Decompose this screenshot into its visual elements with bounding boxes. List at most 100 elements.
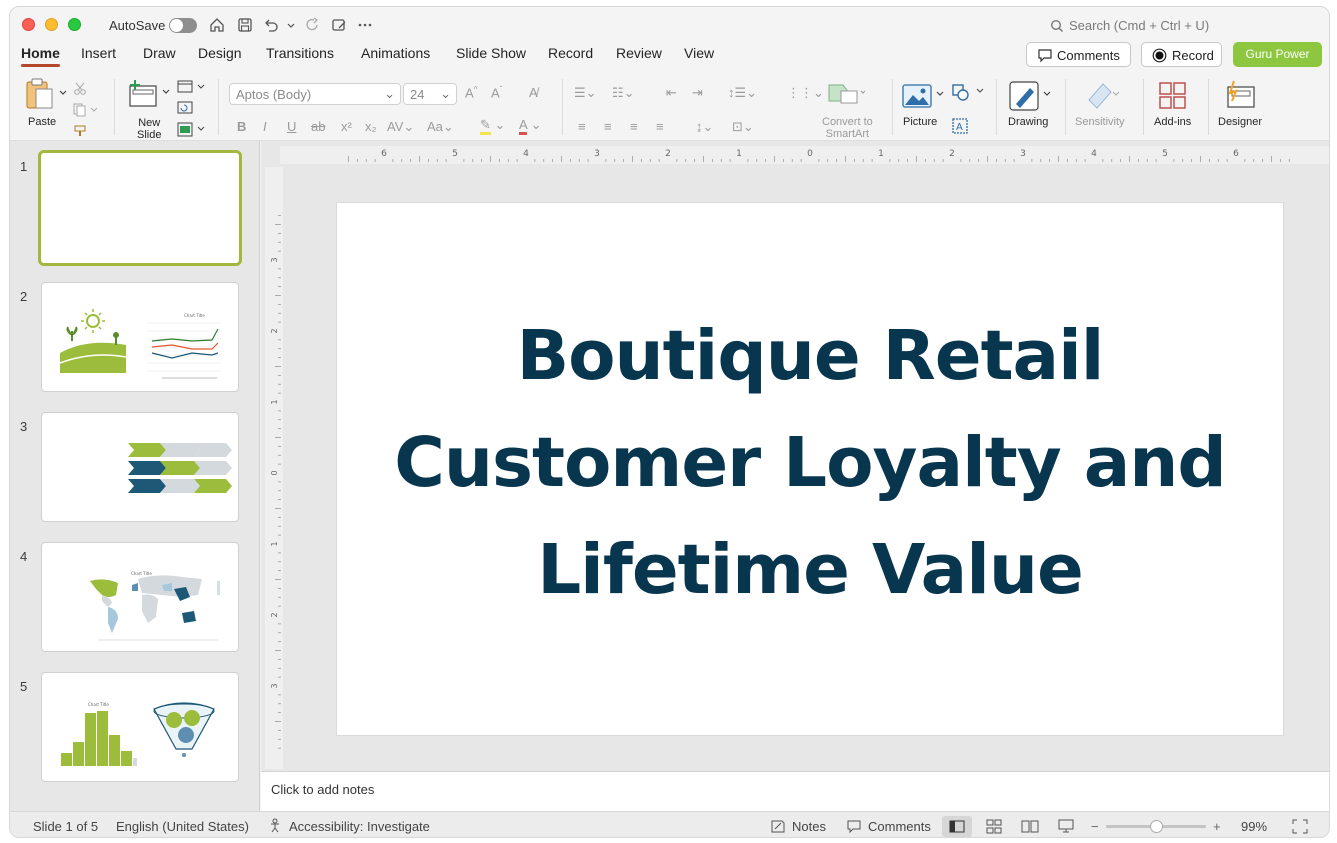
zoom-level[interactable]: 99% <box>1241 819 1267 834</box>
bullets-icon[interactable]: ☰⌄ <box>574 85 597 101</box>
guru-power-button[interactable]: Guru Power <box>1233 42 1322 67</box>
slide-thumbnail-2[interactable]: Chart Title <box>41 282 239 392</box>
zoom-window-button[interactable] <box>68 18 81 31</box>
autosave-toggle[interactable] <box>169 18 197 33</box>
format-painter-icon[interactable] <box>73 124 89 138</box>
text-box-icon[interactable]: A <box>951 117 969 135</box>
sensitivity-icon[interactable] <box>1085 80 1119 110</box>
strikethrough-icon[interactable]: ab <box>311 119 325 134</box>
comments-toggle[interactable]: Comments <box>868 819 931 834</box>
normal-view-button[interactable] <box>942 816 972 837</box>
tab-animations[interactable]: Animations <box>361 45 430 61</box>
home-icon[interactable] <box>208 16 226 34</box>
add-ins-icon[interactable] <box>1158 81 1188 111</box>
zoom-out-button[interactable]: − <box>1091 819 1099 834</box>
notes-icon[interactable] <box>770 819 786 834</box>
redo-icon[interactable] <box>304 16 322 34</box>
slide-thumbnail-3[interactable] <box>41 412 239 522</box>
save-icon[interactable] <box>236 16 254 34</box>
notes-toggle[interactable]: Notes <box>792 819 826 834</box>
slide-thumbnail-5[interactable]: Chart Title <box>41 672 239 782</box>
reset-slide-icon[interactable] <box>177 101 193 115</box>
drawing-icon[interactable] <box>1008 80 1042 112</box>
line-spacing-icon[interactable]: ↕☰⌄ <box>728 85 757 101</box>
section-icon[interactable] <box>177 122 207 138</box>
convert-smartart-icon[interactable] <box>827 81 865 107</box>
new-slide-dropdown-icon[interactable] <box>162 88 170 96</box>
language-status[interactable]: English (United States) <box>116 819 249 834</box>
tab-review[interactable]: Review <box>616 45 662 61</box>
picture-icon[interactable] <box>901 83 933 109</box>
accessibility-status[interactable]: Accessibility: Investigate <box>289 819 430 834</box>
horizontal-ruler[interactable]: 6 5 4 3 2 1 0 1 2 3 4 5 6 <box>280 146 1330 164</box>
zoom-in-button[interactable]: + <box>1213 819 1221 834</box>
zoom-slider[interactable] <box>1106 820 1206 833</box>
italic-icon[interactable]: I <box>263 119 267 134</box>
highlight-color-icon[interactable]: ✎ ⌄ <box>480 117 505 135</box>
slide-thumbnail-1[interactable] <box>38 150 242 266</box>
close-window-button[interactable] <box>22 18 35 31</box>
layout-icon[interactable] <box>177 80 207 94</box>
paste-dropdown-icon[interactable] <box>59 89 67 97</box>
present-icon[interactable] <box>330 16 348 34</box>
current-slide[interactable]: Boutique Retail Customer Loyalty and Lif… <box>336 202 1284 736</box>
paste-icon[interactable] <box>24 77 56 111</box>
slide-sorter-icon[interactable] <box>986 819 1002 834</box>
new-slide-icon[interactable] <box>127 78 159 108</box>
decrease-font-size-icon[interactable]: Aˇ <box>491 85 502 100</box>
text-direction-icon[interactable]: ↨⌄ <box>696 119 713 135</box>
reading-view-icon[interactable] <box>1021 819 1039 834</box>
font-color-icon[interactable]: A ⌄ <box>519 117 541 135</box>
change-case-icon[interactable]: Aa⌄ <box>427 119 454 135</box>
clear-formatting-icon[interactable]: A̸ <box>529 85 538 100</box>
tab-design[interactable]: Design <box>198 45 242 61</box>
increase-font-size-icon[interactable]: A^ <box>465 85 477 100</box>
bold-icon[interactable]: B <box>237 119 246 134</box>
align-text-icon[interactable]: ⊡⌄ <box>732 119 754 135</box>
shapes-icon[interactable] <box>951 83 985 101</box>
comments-status-icon[interactable] <box>846 819 862 834</box>
tab-view[interactable]: View <box>684 45 714 61</box>
increase-indent-icon[interactable]: ⇥ <box>692 85 703 101</box>
slide-show-icon[interactable] <box>1058 819 1074 834</box>
undo-dropdown-icon[interactable] <box>282 16 300 34</box>
designer-icon[interactable] <box>1224 79 1256 111</box>
decrease-indent-icon[interactable]: ⇤ <box>666 85 677 101</box>
underline-icon[interactable]: U <box>287 119 296 134</box>
align-left-icon[interactable]: ≡ <box>578 119 586 134</box>
columns-icon[interactable]: ⋮⋮⌄ <box>787 85 824 101</box>
tab-record[interactable]: Record <box>548 45 593 61</box>
copy-icon[interactable] <box>73 103 99 117</box>
tab-draw[interactable]: Draw <box>143 45 176 61</box>
tab-slide-show[interactable]: Slide Show <box>456 45 526 61</box>
vertical-ruler[interactable]: 3 2 1 0 1 2 3 <box>265 167 283 769</box>
cut-icon[interactable] <box>73 82 87 96</box>
tab-insert[interactable]: Insert <box>81 45 116 61</box>
slide-title[interactable]: Boutique Retail Customer Loyalty and Lif… <box>337 303 1283 624</box>
slide-thumbnail-4[interactable]: Chart Title <box>41 542 239 652</box>
subscript-icon[interactable]: x₂ <box>365 119 377 134</box>
superscript-icon[interactable]: x² <box>341 119 352 134</box>
justify-icon[interactable]: ≡ <box>656 119 664 134</box>
drawing-dropdown-icon[interactable] <box>1043 90 1051 98</box>
font-size-select[interactable]: 24 ⌄ <box>403 83 457 105</box>
more-options-icon[interactable] <box>356 16 374 34</box>
search-box[interactable]: Search (Cmd + Ctrl + U) <box>1050 18 1209 33</box>
accessibility-icon[interactable] <box>268 818 284 834</box>
character-spacing-icon[interactable]: AV⌄ <box>387 119 414 135</box>
fit-to-window-icon[interactable] <box>1292 819 1308 834</box>
numbering-icon[interactable]: ☷⌄ <box>612 85 635 101</box>
zoom-slider-thumb[interactable] <box>1150 820 1163 833</box>
minimize-window-button[interactable] <box>45 18 58 31</box>
record-button[interactable]: Record <box>1141 42 1222 67</box>
picture-dropdown-icon[interactable] <box>936 90 944 98</box>
font-family-select[interactable]: Aptos (Body) ⌄ <box>229 83 401 105</box>
undo-icon[interactable] <box>262 16 280 34</box>
align-center-icon[interactable]: ≡ <box>604 119 612 134</box>
notes-pane[interactable]: Click to add notes <box>261 771 1329 811</box>
tab-home[interactable]: Home <box>21 45 60 67</box>
comments-button[interactable]: Comments <box>1026 42 1131 67</box>
thumbnail-2-content: Chart Title <box>59 309 222 379</box>
align-right-icon[interactable]: ≡ <box>630 119 638 134</box>
tab-transitions[interactable]: Transitions <box>266 45 334 61</box>
